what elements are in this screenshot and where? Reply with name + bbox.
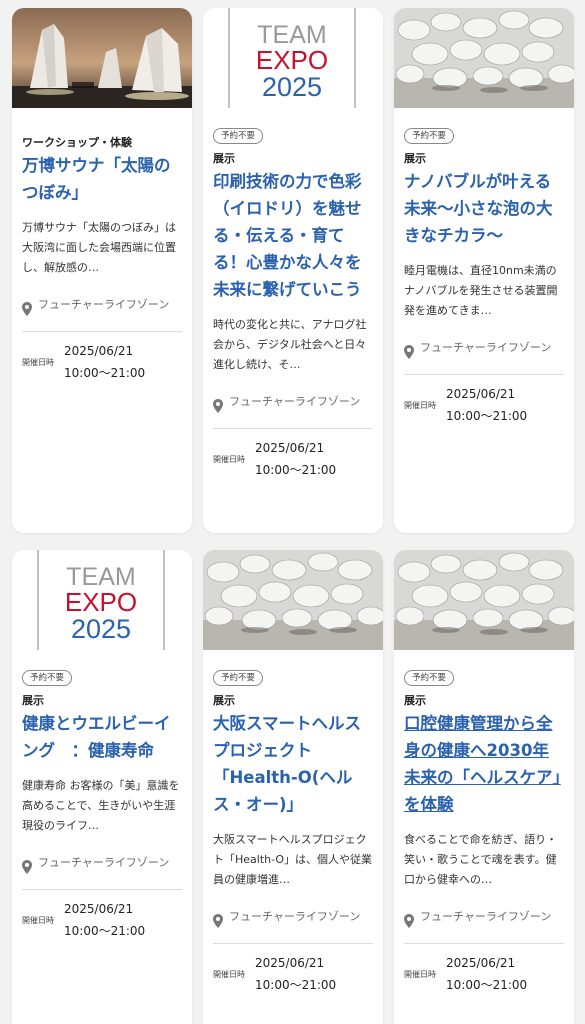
date-label: 開催日時 [404, 969, 436, 979]
event-datetime: 開催日時 2025/06/21 10:00～21:00 [213, 952, 373, 996]
event-datetime: 開催日時 2025/06/21 10:00～21:00 [22, 898, 182, 942]
reservation-badge: 予約不要 [404, 128, 455, 145]
event-location: フューチャーライフゾーン [213, 904, 373, 945]
event-time: 10:00～21:00 [446, 978, 528, 993]
event-date: 2025/06/21 [446, 387, 516, 402]
sauna-image [12, 8, 192, 108]
event-location: フューチャーライフゾーン [22, 850, 182, 891]
location-pin-icon [22, 302, 32, 316]
date-label: 開催日時 [22, 357, 54, 367]
event-description: 睦月電機は、直径10nm未満のナノバブルを発生させる装置開発を進めてきま… [404, 264, 558, 318]
team-expo-logo: TEAM EXPO 2025 [12, 550, 192, 650]
event-location: フューチャーライフゾーン [404, 335, 564, 376]
location-label: フューチャーライフゾーン [420, 341, 552, 355]
location-pin-icon [404, 345, 414, 360]
event-title-link[interactable]: ナノバブルが叶える未来～小さな泡の大きなチカラ～ [404, 168, 564, 249]
date-label: 開催日時 [213, 969, 245, 979]
event-datetime: 開催日時 2025/06/21 10:00～21:00 [404, 952, 564, 996]
event-time: 10:00～21:00 [64, 924, 146, 939]
event-card[interactable]: ワークショップ・体験 万博サウナ「太陽のつぼみ」 万博サウナ「太陽のつぼみ」は大… [12, 8, 192, 533]
event-date: 2025/06/21 [64, 344, 134, 358]
event-location: フューチャーライフゾーン [213, 389, 373, 430]
location-pin-icon [22, 860, 32, 875]
event-category: 展示 [404, 694, 426, 708]
event-description: 食べることで命を紡ぎ、語り・笑い・歌うことで魂を表す。健口から健幸への… [404, 833, 558, 887]
event-location: フューチャーライフゾーン [22, 292, 182, 332]
event-title-link[interactable]: 万博サウナ「太陽のつぼみ」 [22, 152, 182, 206]
event-description: 時代の変化と共に、アナログ社会から、デジタル社会へと日々進化し続け、そ… [213, 318, 367, 372]
event-title-link[interactable]: 大阪スマートヘルスプロジェクト「Health-O(ヘルス・オー)」 [213, 710, 373, 818]
svg-text:2025: 2025 [71, 614, 131, 644]
date-label: 開催日時 [22, 915, 54, 925]
location-pin-icon [213, 399, 223, 414]
event-date: 2025/06/21 [446, 956, 516, 971]
event-datetime: 開催日時 2025/06/21 10:00～21:00 [22, 340, 182, 384]
event-location: フューチャーライフゾーン [404, 904, 564, 945]
location-pin-icon [213, 914, 223, 929]
event-card[interactable]: 予約不要 展示 口腔健康管理から全身の健康へ2030年未来の「ヘルスケア」を体験… [394, 550, 574, 1024]
date-label: 開催日時 [404, 400, 436, 410]
event-category: 展示 [404, 152, 426, 166]
pavilion-model-image [394, 8, 574, 108]
reservation-badge: 予約不要 [213, 670, 264, 687]
event-category: 展示 [22, 694, 44, 708]
event-description: 健康寿命 お客様の「美」意識を高めることで、生きがいや生涯現役のライフ… [22, 779, 180, 833]
location-label: フューチャーライフゾーン [229, 395, 361, 409]
event-description: 万博サウナ「太陽のつぼみ」は大阪湾に面した会場西端に位置し、解放感の… [22, 221, 176, 274]
event-card[interactable]: 予約不要 展示 ナノバブルが叶える未来～小さな泡の大きなチカラ～ 睦月電機は、直… [394, 8, 574, 533]
pavilion-model-image [394, 550, 574, 650]
event-time: 10:00～21:00 [64, 366, 146, 380]
location-label: フューチャーライフゾーン [38, 856, 170, 870]
event-time: 10:00～21:00 [446, 409, 528, 424]
location-pin-icon [404, 914, 414, 929]
team-expo-logo: TEAM EXPO 2025 [203, 8, 383, 108]
event-card[interactable]: TEAM EXPO 2025 予約不要 展示 健康とウエルビーイング ：健康寿命… [12, 550, 192, 1024]
svg-text:EXPO: EXPO [65, 587, 137, 617]
event-title-link[interactable]: 印刷技術の力で色彩（イロドリ）を魅せる・伝える・育てる！心豊かな人々を未来に繋げ… [213, 168, 373, 303]
event-card[interactable]: TEAM EXPO 2025 予約不要 展示 印刷技術の力で色彩（イロドリ）を魅… [203, 8, 383, 533]
svg-text:2025: 2025 [262, 72, 322, 102]
event-date: 2025/06/21 [64, 902, 134, 917]
event-date: 2025/06/21 [255, 956, 325, 971]
event-category: 展示 [213, 152, 235, 166]
svg-text:EXPO: EXPO [256, 45, 328, 75]
event-description: 大阪スマートヘルスプロジェクト「Health-O」は、個人や従業員の健康増進… [213, 833, 373, 887]
event-category: 展示 [213, 694, 235, 708]
event-title-link[interactable]: 口腔健康管理から全身の健康へ2030年未来の「ヘルスケア」を体験 [404, 710, 564, 818]
event-title-link[interactable]: 健康とウエルビーイング ：健康寿命 [22, 710, 182, 764]
reservation-badge: 予約不要 [213, 128, 264, 145]
event-datetime: 開催日時 2025/06/21 10:00～21:00 [404, 383, 564, 427]
location-label: フューチャーライフゾーン [420, 910, 552, 924]
event-datetime: 開催日時 2025/06/21 10:00～21:00 [213, 437, 373, 481]
event-time: 10:00～21:00 [255, 463, 337, 478]
reservation-badge: 予約不要 [22, 670, 73, 687]
date-label: 開催日時 [213, 454, 245, 464]
pavilion-model-image [203, 550, 383, 650]
event-category: ワークショップ・体験 [22, 136, 132, 149]
event-card[interactable]: 予約不要 展示 大阪スマートヘルスプロジェクト「Health-O(ヘルス・オー)… [203, 550, 383, 1024]
location-label: フューチャーライフゾーン [38, 298, 170, 311]
reservation-badge: 予約不要 [404, 670, 455, 687]
location-label: フューチャーライフゾーン [229, 910, 361, 924]
event-date: 2025/06/21 [255, 441, 325, 456]
event-time: 10:00～21:00 [255, 978, 337, 993]
